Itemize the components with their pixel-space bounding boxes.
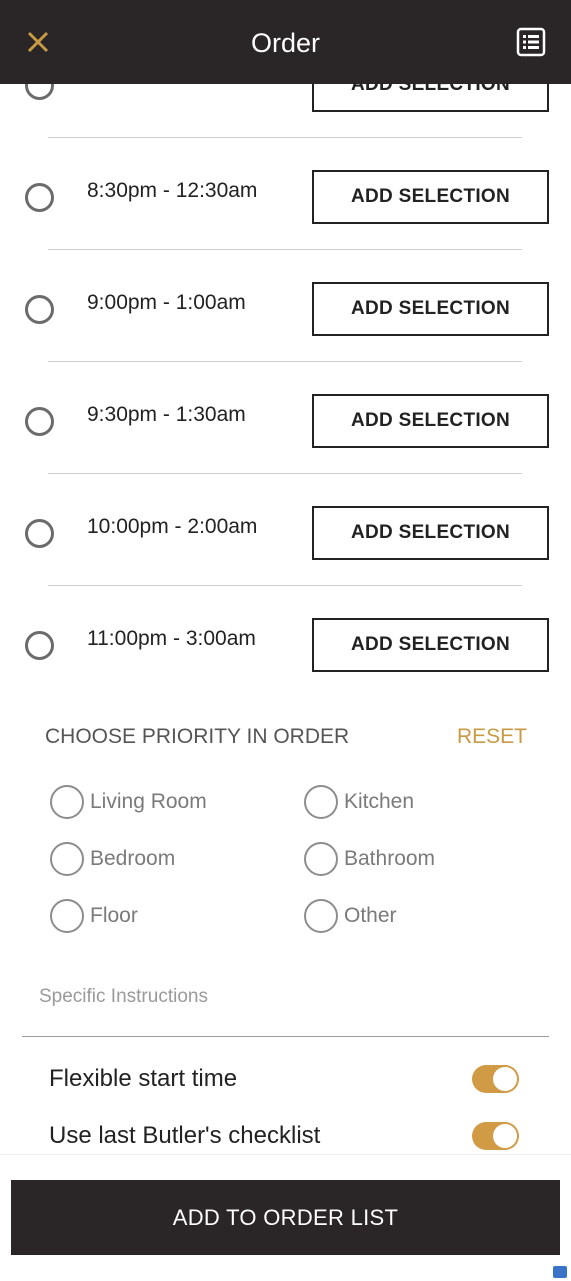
priority-option-label: Living Room bbox=[90, 790, 207, 813]
divider bbox=[48, 361, 522, 362]
time-slot-label: 9:30pm - 1:30am bbox=[87, 403, 246, 426]
add-to-order-list-button[interactable]: ADD TO ORDER LIST bbox=[11, 1180, 560, 1255]
time-slot-row: 11:00pm - 3:00am ADD SELECTION bbox=[0, 588, 571, 700]
time-slot-radio[interactable] bbox=[25, 84, 54, 100]
order-form[interactable]: ADD SELECTION 8:30pm - 12:30am ADD SELEC… bbox=[0, 84, 571, 1154]
priority-option-label: Other bbox=[344, 904, 397, 927]
priority-radio[interactable] bbox=[50, 785, 84, 819]
time-slot-label: 10:00pm - 2:00am bbox=[87, 515, 258, 538]
last-checklist-toggle[interactable] bbox=[472, 1122, 519, 1150]
time-slot-row: ADD SELECTION bbox=[0, 84, 571, 140]
priority-option-label: Kitchen bbox=[344, 790, 415, 813]
time-slot-radio[interactable] bbox=[25, 631, 54, 660]
toggle-label: Flexible start time bbox=[49, 1065, 238, 1092]
add-selection-button[interactable]: ADD SELECTION bbox=[312, 394, 549, 448]
priority-radio[interactable] bbox=[50, 842, 84, 876]
priority-radio[interactable] bbox=[304, 785, 338, 819]
add-selection-button[interactable]: ADD SELECTION bbox=[312, 282, 549, 336]
app-header: Order bbox=[0, 0, 571, 84]
toggle-label: Use last Butler's checklist bbox=[49, 1122, 321, 1149]
add-selection-button[interactable]: ADD SELECTION bbox=[312, 618, 549, 672]
time-slot-label: 8:30pm - 12:30am bbox=[87, 179, 258, 202]
priority-radio[interactable] bbox=[304, 842, 338, 876]
add-selection-button[interactable]: ADD SELECTION bbox=[312, 506, 549, 560]
time-slot-row: 9:30pm - 1:30am ADD SELECTION bbox=[0, 364, 571, 476]
divider bbox=[48, 249, 522, 250]
priority-radio[interactable] bbox=[304, 899, 338, 933]
priority-option-label: Bathroom bbox=[344, 847, 436, 870]
priority-option-label: Floor bbox=[90, 904, 138, 927]
time-slot-radio[interactable] bbox=[25, 519, 54, 548]
time-slot-radio[interactable] bbox=[25, 183, 54, 212]
priority-radio[interactable] bbox=[50, 899, 84, 933]
time-slot-radio[interactable] bbox=[25, 407, 54, 436]
toggle-knob bbox=[493, 1124, 517, 1148]
add-selection-button[interactable]: ADD SELECTION bbox=[312, 170, 549, 224]
info-badge-icon bbox=[553, 1266, 567, 1278]
add-selection-button[interactable]: ADD SELECTION bbox=[312, 84, 549, 112]
input-underline bbox=[22, 1036, 549, 1037]
time-slot-row: 8:30pm - 12:30am ADD SELECTION bbox=[0, 140, 571, 252]
order-list-button[interactable] bbox=[516, 27, 546, 57]
divider bbox=[48, 473, 522, 474]
reset-button[interactable]: RESET bbox=[457, 725, 527, 749]
toggle-row-flexible-start: Flexible start time bbox=[0, 1060, 571, 1100]
specific-instructions-input[interactable]: Specific Instructions bbox=[39, 986, 208, 1008]
priority-heading: CHOOSE PRIORITY IN ORDER bbox=[45, 725, 350, 748]
toggle-knob bbox=[493, 1067, 517, 1091]
time-slot-radio[interactable] bbox=[25, 295, 54, 324]
time-slot-row: 9:00pm - 1:00am ADD SELECTION bbox=[0, 252, 571, 364]
toggle-row-last-checklist: Use last Butler's checklist bbox=[0, 1117, 571, 1154]
page-title: Order bbox=[250, 28, 321, 58]
flexible-start-toggle[interactable] bbox=[472, 1065, 519, 1093]
divider bbox=[48, 585, 522, 586]
time-slot-label: 11:00pm - 3:00am bbox=[87, 627, 256, 650]
list-icon bbox=[516, 27, 546, 57]
time-slot-row: 10:00pm - 2:00am ADD SELECTION bbox=[0, 476, 571, 588]
priority-option-label: Bedroom bbox=[90, 847, 176, 870]
divider bbox=[48, 137, 522, 138]
time-slot-label: 9:00pm - 1:00am bbox=[87, 291, 246, 314]
